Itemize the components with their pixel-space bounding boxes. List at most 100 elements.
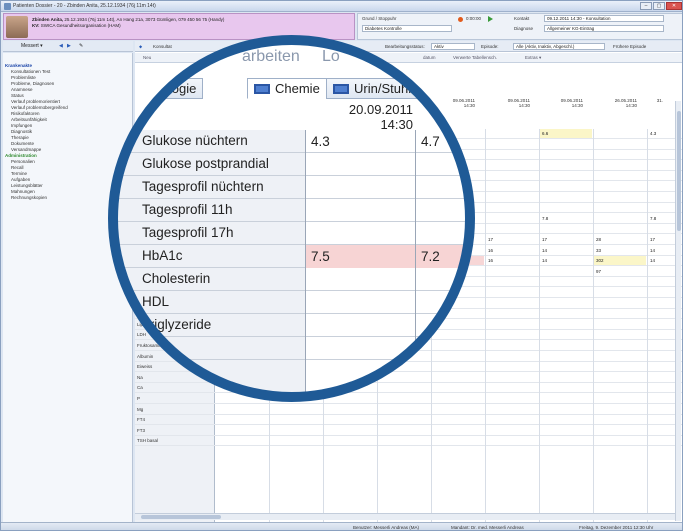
zoom-value-cell[interactable]: 7.5 xyxy=(306,245,415,268)
zoom-table-row[interactable]: Tagesprofil nüchtern xyxy=(117,176,466,199)
zoom-value-cell[interactable]: 7.2 xyxy=(416,245,466,268)
close-button[interactable]: ✕ xyxy=(666,2,682,10)
zoom-value-cell[interactable] xyxy=(416,199,466,222)
zoom-value-cell[interactable] xyxy=(306,337,415,360)
consultation-panel: Grund / Stoppuhr Diabetes Kontrolle 0:00… xyxy=(357,13,682,40)
table-cell[interactable]: 28 xyxy=(594,235,646,244)
timer: 0:00:00 xyxy=(466,16,482,21)
zoom-table-row[interactable]: Tagesprofil 11h xyxy=(117,199,466,222)
forward-icon[interactable]: ▶ xyxy=(67,43,71,49)
table-cell[interactable]: 97 xyxy=(594,267,646,276)
tab-urin-stuhl[interactable]: Urin/Stuhl xyxy=(326,78,419,99)
table-cell[interactable]: 17 xyxy=(540,235,592,244)
scroll-thumb[interactable] xyxy=(141,515,221,519)
extras-menu[interactable]: Extras ▾ xyxy=(525,55,541,61)
table-cell[interactable]: 6.6 xyxy=(540,129,592,138)
table-row[interactable]: FT3 xyxy=(135,426,682,436)
table-cell[interactable]: 17 xyxy=(486,235,538,244)
zoom-value-cell[interactable] xyxy=(416,291,466,314)
zoom-value-cell[interactable] xyxy=(306,222,415,245)
zoom-value-cell[interactable] xyxy=(416,337,466,360)
tab-haematologie[interactable]: matologie xyxy=(133,78,204,99)
tab-chemie-icon xyxy=(254,84,270,94)
zoom-date-header[interactable]: 20.09.2011 14:30 xyxy=(293,102,413,132)
tree-item[interactable]: Rechnungskopien xyxy=(5,195,131,201)
left-toolbar: Messert ▾ ◀ ▶ ✎ xyxy=(3,41,133,52)
column-divider xyxy=(485,129,486,530)
zoom-table-row[interactable]: Triglyzeride xyxy=(117,314,466,337)
table-cell[interactable]: 302 xyxy=(594,256,646,266)
zoom-ghost-label: Lo xyxy=(322,48,340,65)
status-user: Benutzer: Messerli Andreas (MA) xyxy=(353,525,420,530)
date-header[interactable]: 09.06.2011 14:30 xyxy=(490,98,530,108)
zoom-value-cell[interactable] xyxy=(416,314,466,337)
row-label: FT4 xyxy=(137,417,146,423)
zoom-value-cell[interactable] xyxy=(306,291,415,314)
status-datetime: Freitag, 9. Dezember 2011 12:30 Uhr xyxy=(579,525,654,530)
date-header[interactable]: 31. xyxy=(633,98,663,103)
table-cell[interactable]: 16 xyxy=(486,246,538,255)
zoom-value-cell[interactable] xyxy=(306,199,415,222)
zoom-table-row[interactable]: Glukose nüchtern 4.3 4.7 xyxy=(117,130,466,153)
table-cell[interactable]: 33 xyxy=(594,246,646,255)
fruehere-episode-button[interactable]: Frühere Episode xyxy=(613,44,646,49)
zoom-table-row[interactable]: Cholesterin xyxy=(117,268,466,291)
table-row[interactable]: Mg xyxy=(135,405,682,415)
kv-label: KV: xyxy=(32,23,40,28)
patient-details: 25.12.1934 (76j 11m 14t), An Hang 21a, 3… xyxy=(64,17,225,22)
date-header[interactable]: 09.06.2011 14:30 xyxy=(543,98,583,108)
zoom-value-cell[interactable] xyxy=(416,176,466,199)
table-cell[interactable]: 14 xyxy=(540,246,592,255)
zoom-table-row[interactable]: Tagesprofil 17h xyxy=(117,222,466,245)
table-row[interactable]: FT4 xyxy=(135,415,682,426)
zoom-value-cell[interactable]: 4.3 xyxy=(306,130,415,153)
zoom-value-cell[interactable] xyxy=(306,153,415,176)
zoom-value-cell[interactable] xyxy=(416,222,466,245)
window-title: Patienten Dossier - 20 - Zbinden Anita, … xyxy=(13,3,156,9)
column-divider xyxy=(593,129,594,530)
zoom-value-cell[interactable]: 4.7 xyxy=(416,130,466,153)
table-cell[interactable]: 7.8 xyxy=(540,214,592,223)
minimize-button[interactable]: – xyxy=(640,2,652,10)
back-icon[interactable]: ◀ xyxy=(59,43,63,49)
date-header[interactable]: 26.05.2011 14:30 xyxy=(597,98,637,108)
grund-field[interactable]: Diabetes Kontrolle xyxy=(362,25,452,32)
row-label: Mg xyxy=(137,406,144,412)
zoom-value-cell[interactable] xyxy=(306,176,415,199)
row-label: FT3 xyxy=(137,427,146,433)
status-mandant: Mandant: Dr. med. Messerli Andreas xyxy=(451,525,524,530)
kv-value: SWICA Gesundheitsorganisation (HAM) xyxy=(40,23,121,28)
play-icon[interactable] xyxy=(488,16,493,22)
tab-chemie[interactable]: Chemie xyxy=(247,78,327,99)
zoom-value-cell[interactable] xyxy=(416,268,466,291)
zoom-table-row[interactable]: HbA1c 7.5 7.2 xyxy=(117,245,466,268)
patient-insurance-line: KV: SWICA Gesundheitsorganisation (HAM) xyxy=(32,23,121,28)
patient-header[interactable]: Zbinden Anita, 25.12.1934 (76j 11m 14t),… xyxy=(3,13,355,40)
grund-label: Grund / Stoppuhr xyxy=(362,16,397,21)
record-icon[interactable] xyxy=(458,17,463,22)
maximize-button[interactable]: ▢ xyxy=(653,2,665,10)
table-cell[interactable]: 14 xyxy=(540,256,592,265)
zoom-value-cell[interactable] xyxy=(306,314,415,337)
zoom-ghost-label: arbeiten xyxy=(242,48,300,65)
diagnose-select[interactable]: Allgemeiner KG-Eintrag xyxy=(544,25,664,32)
table-cell[interactable]: 16 xyxy=(486,256,538,265)
zoom-table-row[interactable]: HDL xyxy=(117,291,466,314)
zoom-value-cell[interactable] xyxy=(306,268,415,291)
zoom-value-cell[interactable] xyxy=(416,153,466,176)
app-window: Patienten Dossier - 20 - Zbinden Anita, … xyxy=(0,0,683,531)
vertical-scrollbar[interactable] xyxy=(675,101,681,521)
episode-select[interactable]: Alle (Aktiv, Inaktiv, Abgeschl.) xyxy=(513,43,605,50)
messert-menu[interactable]: Messert ▾ xyxy=(21,43,43,49)
scroll-thumb[interactable] xyxy=(677,111,681,231)
zoom-row-label: Glukose nüchtern xyxy=(142,133,248,148)
title-bar: Patienten Dossier - 20 - Zbinden Anita, … xyxy=(1,1,682,12)
tools-icon[interactable]: ✎ xyxy=(79,43,83,49)
table-row[interactable]: P xyxy=(135,394,682,404)
table-row[interactable]: TSH basal xyxy=(135,436,682,447)
zoom-table-row[interactable]: LDL xyxy=(117,337,466,360)
horizontal-scrollbar[interactable] xyxy=(135,513,675,520)
kontakt-select[interactable]: 09.12.2011 14:30 - Konsultation xyxy=(544,15,664,22)
zoom-row-label: Tagesprofil 17h xyxy=(142,225,234,240)
zoom-table-row[interactable]: Glukose postprandial xyxy=(117,153,466,176)
